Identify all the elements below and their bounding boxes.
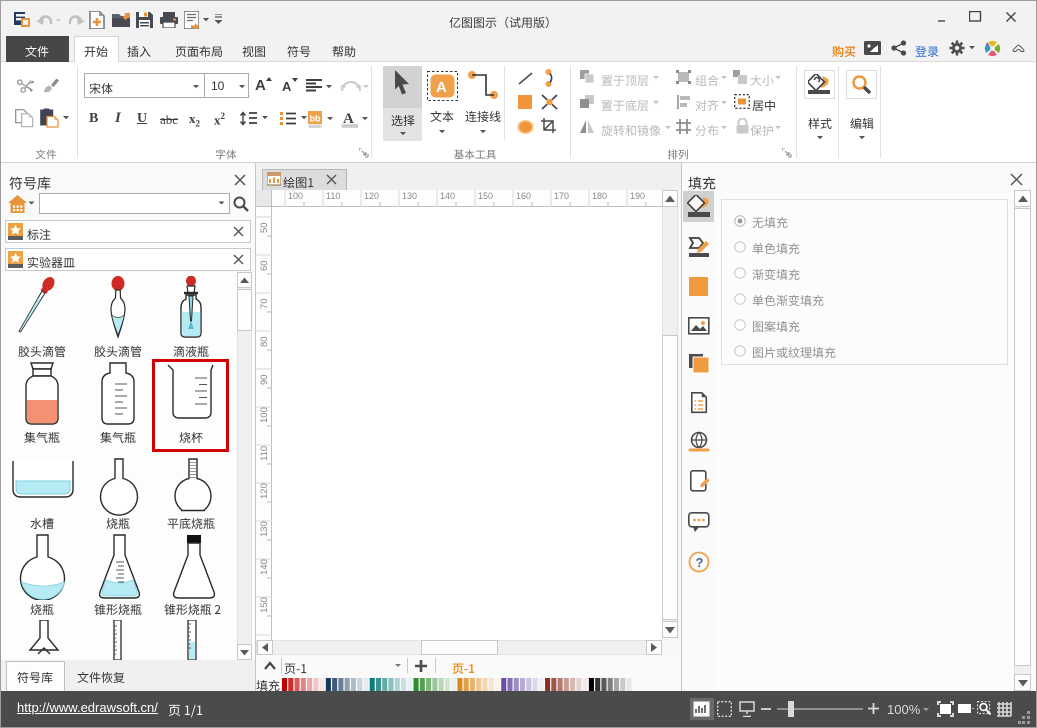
svg-text:50: 50 <box>259 222 270 233</box>
svg-text:80: 80 <box>259 336 270 347</box>
svg-text:120: 120 <box>259 483 270 499</box>
svg-text:130: 130 <box>259 521 270 537</box>
svg-text:140: 140 <box>259 559 270 575</box>
svg-text:150: 150 <box>259 597 270 613</box>
svg-text:70: 70 <box>259 298 270 309</box>
svg-text:?: ? <box>696 555 704 570</box>
svg-text:110: 110 <box>259 446 270 461</box>
svg-text:bb: bb <box>310 114 321 124</box>
svg-text:100: 100 <box>259 407 270 423</box>
svg-text:60: 60 <box>259 260 270 271</box>
svg-text:A: A <box>436 79 447 96</box>
svg-text:90: 90 <box>259 374 270 385</box>
